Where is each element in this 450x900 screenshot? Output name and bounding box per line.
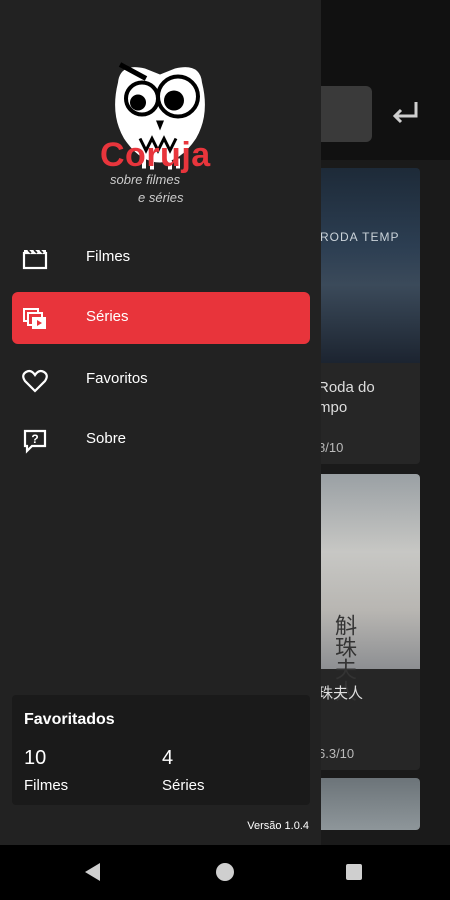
series-stack-icon: [23, 308, 46, 329]
favorite-series-label: Séries: [162, 777, 205, 794]
drawer-item-label: Favoritos: [86, 370, 148, 387]
svg-text:?: ?: [31, 432, 38, 446]
favorite-films-count: 10: [24, 747, 47, 769]
home-icon[interactable]: [216, 863, 234, 881]
drawer-item-label: Sobre: [86, 430, 127, 447]
back-icon[interactable]: [85, 863, 100, 881]
heart-icon: [22, 369, 48, 393]
poster-text: RODA TEMP: [320, 230, 400, 244]
app-subtitle-line1: sobre filmes: [110, 172, 181, 187]
system-nav-bar: [0, 845, 450, 900]
drawer-item-favoritos[interactable]: Favoritos: [12, 354, 310, 406]
drawer-item-label: Séries: [86, 308, 129, 325]
drawer-item-label: Filmes: [86, 248, 131, 265]
navigation-drawer: Coruja sobre filmes e séries Filmes Séri…: [0, 0, 321, 845]
version-text: Versão 1.0.4: [247, 820, 309, 832]
series-rating: 6.3/10: [318, 746, 355, 761]
drawer-item-filmes[interactable]: Filmes: [12, 232, 310, 284]
favorite-series-count: 4: [162, 747, 174, 769]
drawer-item-sobre[interactable]: ? Sobre: [12, 414, 310, 466]
app-title: Coruja: [100, 136, 211, 174]
enter-icon[interactable]: [388, 96, 422, 130]
series-rating: 8/10: [318, 440, 344, 455]
film-clapper-icon: [22, 249, 48, 270]
drawer-item-series[interactable]: Séries: [12, 292, 310, 344]
help-bubble-icon: ?: [23, 429, 47, 454]
favorites-summary-card: Favoritados 10 Filmes 4 Séries: [12, 695, 310, 805]
favorites-title: Favoritados: [24, 711, 115, 728]
series-title: Roda do mpo: [318, 379, 375, 416]
recents-icon[interactable]: [346, 864, 362, 880]
favorite-films-label: Filmes: [24, 777, 69, 794]
series-title: 珠夫人: [318, 685, 364, 702]
app-subtitle-line2: e séries: [138, 190, 184, 205]
